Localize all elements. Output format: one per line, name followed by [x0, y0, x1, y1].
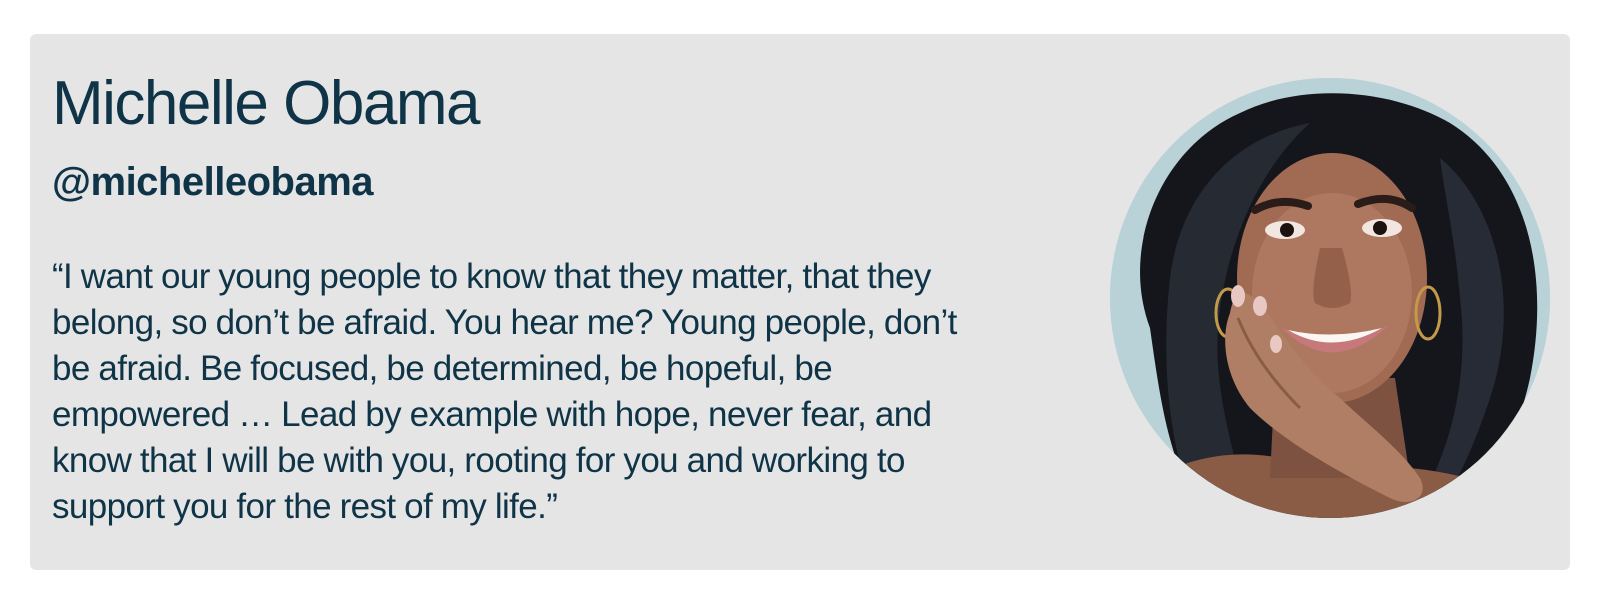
portrait-illustration [1110, 78, 1550, 518]
profile-quote: “I want our young people to know that th… [52, 257, 957, 526]
profile-handle: @michelleobama [52, 160, 374, 204]
profile-name: Michelle Obama [52, 69, 480, 138]
portrait-photo [1110, 78, 1550, 518]
profile-card: Michelle Obama @michelleobama “I want ou… [30, 34, 1570, 570]
